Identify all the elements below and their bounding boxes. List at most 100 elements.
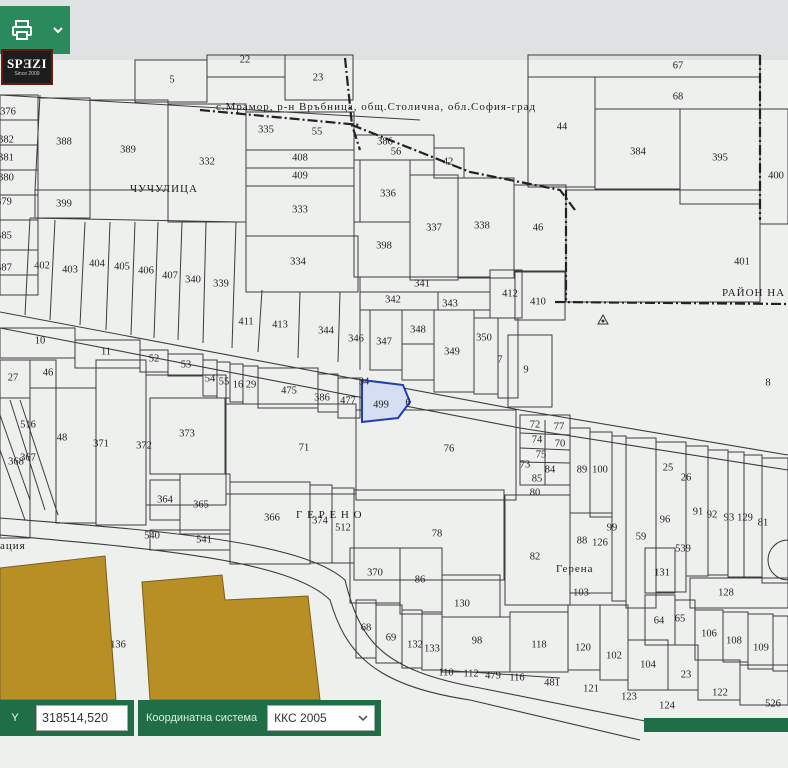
parcel-label: 334	[290, 256, 307, 267]
parcel-label: 54	[205, 373, 216, 384]
parcel-label: 400	[768, 170, 784, 181]
parcel-label: 399	[56, 198, 72, 209]
parcel-label: 128	[718, 587, 734, 598]
parcel-label: 405	[114, 261, 130, 272]
parcel-label: 365	[193, 499, 209, 510]
y-coordinate-field[interactable]: 318514,520	[36, 705, 128, 731]
parcel-label: 540	[144, 530, 160, 541]
parcel-label: 382	[0, 134, 14, 145]
cadastral-map[interactable]: с.Мрамор, р-н Връбница, общ.Столична, об…	[0, 0, 788, 768]
parcel-label: 126	[592, 537, 608, 548]
parcel-label: 67	[673, 60, 684, 71]
parcel-label: 77	[554, 421, 565, 432]
system-group: Координатна система ККС 2005	[138, 700, 382, 736]
parcel-label: 336	[380, 188, 396, 199]
parcel-label: 370	[367, 567, 383, 578]
place-rayon-na: РАЙОН НА	[722, 287, 785, 299]
parcel-label: 373	[179, 428, 195, 439]
parcel-label: 68	[673, 91, 684, 102]
parcel-label: 110	[438, 667, 453, 678]
map-viewer: с.Мрамор, р-н Връбница, общ.Столична, об…	[0, 0, 788, 768]
parcel-label: 384	[630, 146, 647, 157]
parcel-label: 34	[359, 376, 370, 387]
coordinate-group: Y 318514,520	[0, 700, 134, 736]
parcel-label: 9	[523, 364, 528, 375]
parcel-label: 132	[407, 639, 423, 650]
parcel-label: 84	[545, 464, 556, 475]
parcel-label: 364	[157, 494, 174, 505]
parcel-label: 406	[138, 265, 154, 276]
parcel-label: 388	[56, 136, 72, 147]
parcel-label: 366	[264, 512, 280, 523]
parcel-label: 10	[35, 335, 46, 346]
parcel-label: 98	[472, 635, 483, 646]
printer-icon[interactable]	[10, 18, 34, 42]
parcel-label: 112	[463, 668, 478, 679]
parcel-label: 81	[758, 517, 769, 528]
parcel-label: 22	[240, 54, 251, 65]
parcel-label: 99	[607, 522, 618, 533]
coordinate-system-value: ККС 2005	[274, 711, 327, 725]
parcel-label: 74	[532, 434, 543, 445]
bottom-right-panel	[644, 718, 788, 732]
parcel-label: 499	[373, 399, 389, 410]
parcel-label: 92	[707, 509, 718, 520]
parcel-label: 70	[555, 438, 566, 449]
parcel-label: 68	[361, 622, 372, 633]
parcel-label: 413	[272, 319, 288, 330]
parcel-label: 120	[575, 642, 591, 653]
parcel-label: 55	[219, 376, 230, 387]
parcel-label: 338	[474, 220, 490, 231]
parcel-label: 73	[520, 459, 531, 470]
parcel-label: 386	[314, 392, 330, 403]
parcel-label: 541	[196, 534, 212, 545]
parcel-label: 516	[20, 419, 36, 430]
parcel-label: 85	[532, 473, 543, 484]
parcel-label: 7	[497, 354, 502, 365]
parcel-label: 11	[101, 346, 111, 357]
parcel-label: 512	[335, 522, 351, 533]
parcel-label: 106	[701, 628, 717, 639]
watermark-logo: SPƎZI Since 2009	[1, 49, 53, 85]
parcel-label: 129	[737, 512, 753, 523]
parcel-label: 23	[681, 669, 692, 680]
parcel-label: 404	[89, 258, 106, 269]
parcel-label: 69	[386, 632, 397, 643]
coordinate-system-select[interactable]: ККС 2005	[267, 705, 376, 731]
logo-sub: Since 2009	[14, 71, 40, 77]
parcel-label: 395	[712, 152, 728, 163]
y-axis-label: Y	[0, 700, 30, 736]
parcel-label: 100	[592, 464, 608, 475]
parcel-label: 102	[606, 650, 622, 661]
parcel-label: 389	[120, 144, 136, 155]
parcel-label: 121	[583, 683, 599, 694]
map-toolbar	[0, 6, 70, 54]
parcel-label: 408	[292, 152, 308, 163]
parcel-label: 26	[681, 472, 692, 483]
chevron-down-icon[interactable]	[52, 24, 64, 36]
parcel-label: 65	[675, 613, 686, 624]
parcel-label: 96	[660, 514, 671, 525]
parcel-label: 59	[636, 531, 647, 542]
parcel-label: 340	[185, 274, 201, 285]
parcel-label: 367	[20, 452, 36, 463]
parcel-label: 339	[213, 278, 229, 289]
parcel-label: 475	[281, 385, 297, 396]
parcel-label: 76	[444, 443, 455, 454]
parcel-label: 108	[726, 635, 742, 646]
place-gereno: Г Е Р Е Н О	[296, 509, 363, 521]
parcel-label: 343	[442, 298, 458, 309]
parcel-label: 55	[312, 126, 323, 137]
parcel-label: 346	[348, 333, 364, 344]
parcel-label: 481	[544, 677, 560, 688]
parcel-label: 133	[424, 643, 440, 654]
parcel-label: 130	[454, 598, 470, 609]
parcel-label: 78	[432, 528, 443, 539]
parcel-label: 88	[577, 535, 588, 546]
parcel-label: 385	[0, 230, 12, 241]
parcel-label: 332	[199, 156, 215, 167]
parcel-label: 48	[57, 432, 68, 443]
parcel-label: 409	[292, 170, 308, 181]
parcel-label: 64	[654, 615, 665, 626]
parcel-label: 333	[292, 204, 308, 215]
